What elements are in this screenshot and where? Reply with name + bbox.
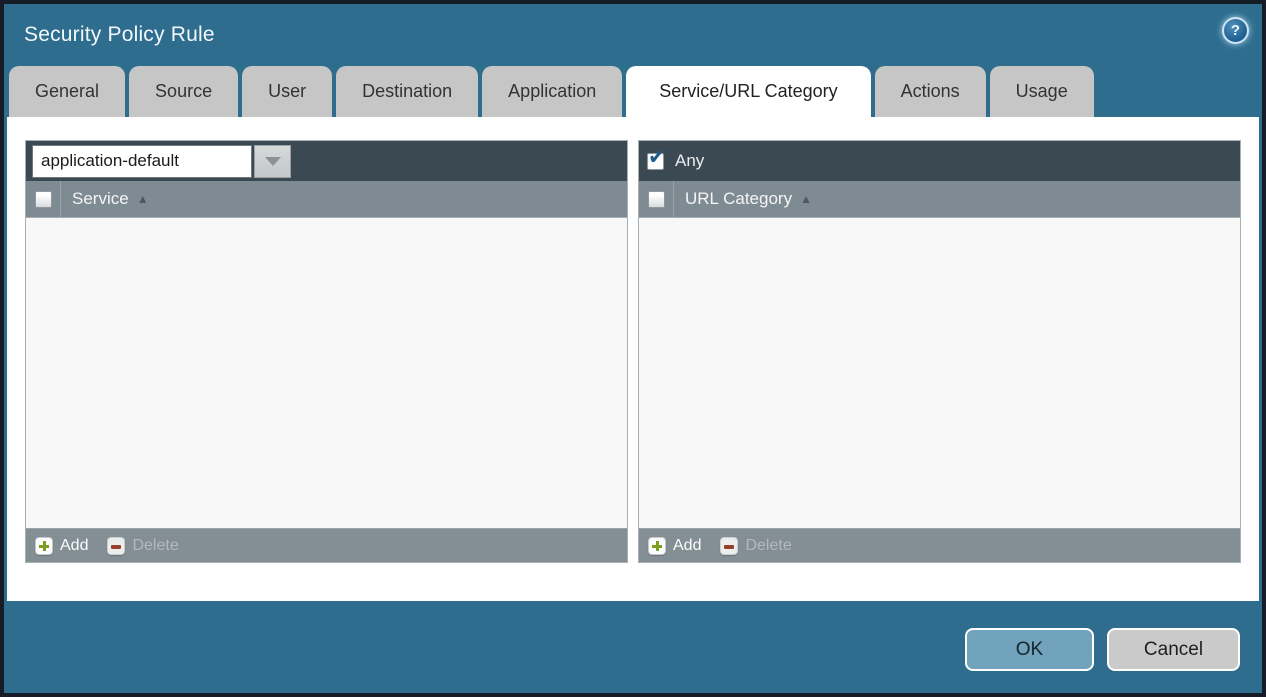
checkmark-icon: ✔ bbox=[648, 147, 666, 168]
service-delete-button[interactable]: Delete bbox=[107, 537, 178, 555]
service-delete-label: Delete bbox=[132, 537, 178, 555]
url-category-delete-button[interactable]: Delete bbox=[720, 537, 791, 555]
url-category-column-label: URL Category bbox=[685, 189, 792, 209]
tab-bar: General Source User Destination Applicat… bbox=[4, 66, 1262, 117]
tab-general[interactable]: General bbox=[9, 66, 125, 117]
service-column-label: Service bbox=[72, 189, 129, 209]
security-policy-rule-dialog: Security Policy Rule ? General Source Us… bbox=[0, 0, 1266, 697]
cancel-button[interactable]: Cancel bbox=[1107, 628, 1240, 671]
tab-user[interactable]: User bbox=[242, 66, 332, 117]
tab-source[interactable]: Source bbox=[129, 66, 238, 117]
service-panel-topbar: application-default bbox=[26, 141, 627, 181]
url-category-select-all-checkbox[interactable] bbox=[648, 191, 665, 208]
tab-service-url-category[interactable]: Service/URL Category bbox=[626, 66, 870, 117]
help-icon[interactable]: ? bbox=[1222, 17, 1249, 44]
url-category-add-button[interactable]: Add bbox=[648, 537, 701, 555]
minus-icon bbox=[720, 537, 738, 555]
service-add-label: Add bbox=[60, 537, 88, 555]
url-category-delete-label: Delete bbox=[745, 537, 791, 555]
plus-icon bbox=[35, 537, 53, 555]
sort-ascending-icon[interactable]: ▲ bbox=[137, 192, 149, 206]
url-category-select-all-cell bbox=[639, 191, 673, 208]
service-panel-footer: Add Delete bbox=[26, 528, 627, 562]
help-glyph: ? bbox=[1231, 22, 1240, 39]
tab-usage[interactable]: Usage bbox=[990, 66, 1094, 117]
any-checkbox-row[interactable]: ✔ Any bbox=[645, 151, 704, 171]
dialog-title: Security Policy Rule bbox=[24, 23, 215, 47]
service-mode-dropdown[interactable]: application-default bbox=[32, 145, 291, 178]
any-checkbox[interactable]: ✔ bbox=[647, 153, 664, 170]
url-category-list[interactable] bbox=[639, 218, 1240, 528]
dialog-titlebar: Security Policy Rule ? bbox=[4, 4, 1262, 66]
sort-ascending-icon[interactable]: ▲ bbox=[800, 192, 812, 206]
tab-actions[interactable]: Actions bbox=[875, 66, 986, 117]
plus-icon bbox=[648, 537, 666, 555]
url-category-panel: ✔ Any URL Category ▲ Add bbox=[638, 140, 1241, 563]
tab-content: application-default Service ▲ bbox=[7, 117, 1259, 601]
service-select-all-cell bbox=[26, 191, 60, 208]
tab-application[interactable]: Application bbox=[482, 66, 622, 117]
minus-icon bbox=[107, 537, 125, 555]
any-label: Any bbox=[675, 151, 704, 171]
url-category-panel-footer: Add Delete bbox=[639, 528, 1240, 562]
service-column-header[interactable]: Service ▲ bbox=[61, 189, 149, 209]
url-category-column-header[interactable]: URL Category ▲ bbox=[674, 189, 812, 209]
service-list[interactable] bbox=[26, 218, 627, 528]
service-column-header-row: Service ▲ bbox=[26, 181, 627, 218]
url-category-panel-topbar: ✔ Any bbox=[639, 141, 1240, 181]
service-select-all-checkbox[interactable] bbox=[35, 191, 52, 208]
ok-button[interactable]: OK bbox=[965, 628, 1094, 671]
chevron-down-icon[interactable] bbox=[254, 145, 291, 178]
service-add-button[interactable]: Add bbox=[35, 537, 88, 555]
service-panel: application-default Service ▲ bbox=[25, 140, 628, 563]
url-category-add-label: Add bbox=[673, 537, 701, 555]
tab-destination[interactable]: Destination bbox=[336, 66, 478, 117]
dropdown-arrow-glyph bbox=[265, 157, 281, 166]
url-category-column-header-row: URL Category ▲ bbox=[639, 181, 1240, 218]
dialog-action-bar: OK Cancel bbox=[4, 601, 1262, 671]
service-mode-value[interactable]: application-default bbox=[32, 145, 252, 178]
